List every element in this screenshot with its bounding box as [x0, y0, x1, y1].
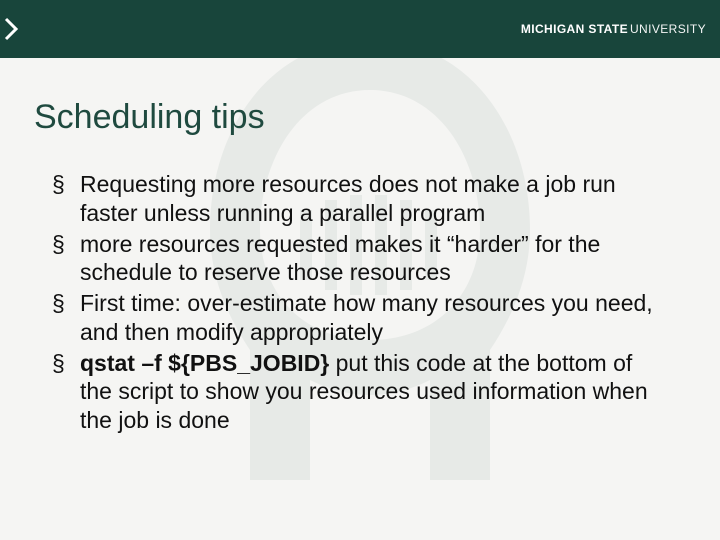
top-bar: MICHIGAN STATEUNIVERSITY — [0, 0, 720, 58]
bullet-item: qstat –f ${PBS_JOBID} put this code at t… — [52, 349, 668, 435]
brand-bold: MICHIGAN STATE — [521, 22, 628, 36]
bullet-item: Requesting more resources does not make … — [52, 170, 668, 228]
bullet-text: First time: over-estimate how many resou… — [80, 290, 653, 345]
chevron-decor — [0, 0, 32, 58]
bullet-text: more resources requested makes it “harde… — [80, 231, 600, 286]
brand-light: UNIVERSITY — [630, 22, 706, 36]
bullet-item: First time: over-estimate how many resou… — [52, 289, 668, 347]
bullet-list: Requesting more resources does not make … — [52, 170, 668, 435]
slide-title: Scheduling tips — [34, 98, 265, 137]
bullet-item: more resources requested makes it “harde… — [52, 230, 668, 288]
bullet-text: Requesting more resources does not make … — [80, 171, 616, 226]
university-brand: MICHIGAN STATEUNIVERSITY — [521, 22, 706, 36]
bullet-text-bold: qstat –f ${PBS_JOBID} — [80, 350, 336, 376]
slide-content: Requesting more resources does not make … — [52, 170, 668, 437]
slide: MICHIGAN STATEUNIVERSITY Scheduling tips… — [0, 0, 720, 540]
